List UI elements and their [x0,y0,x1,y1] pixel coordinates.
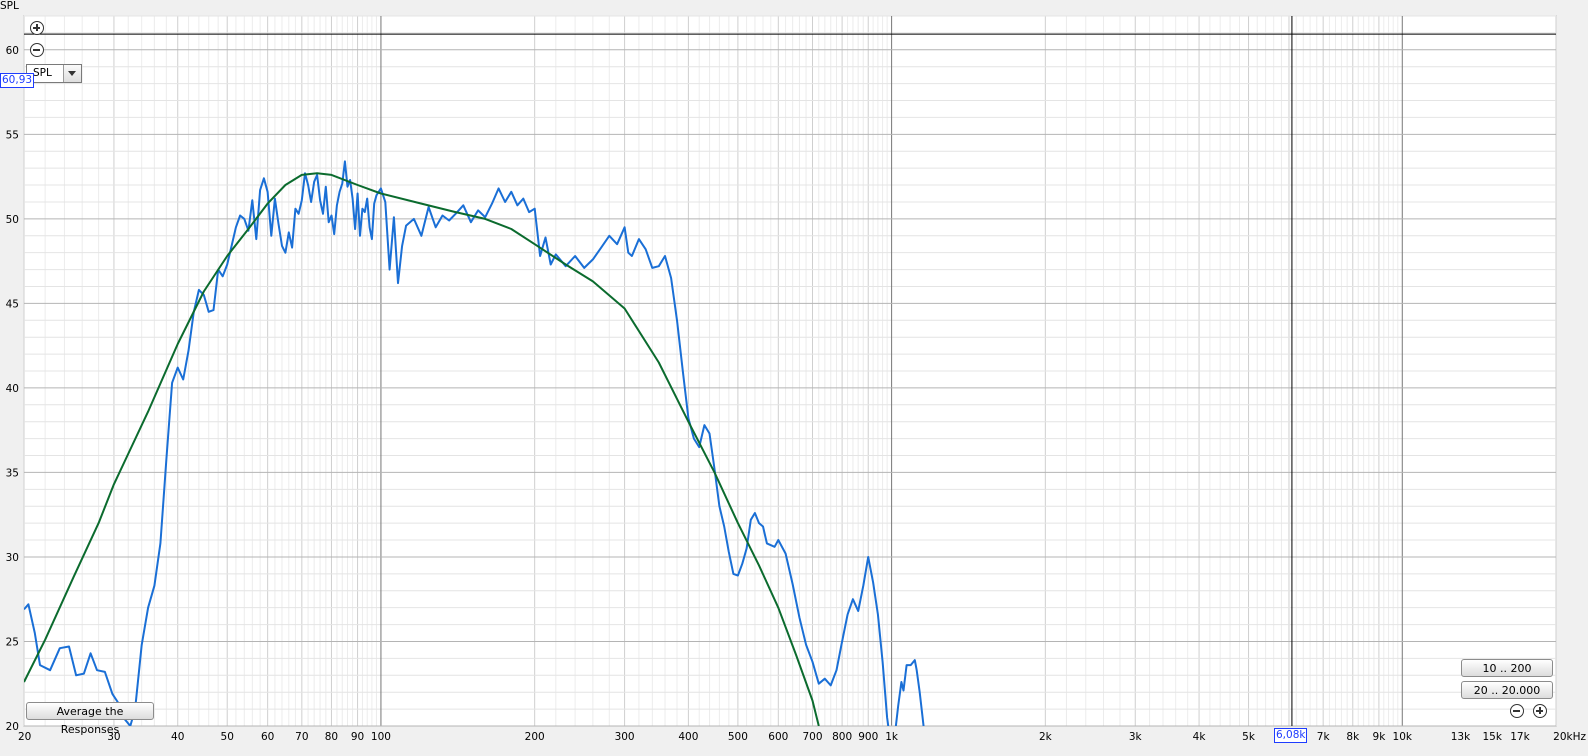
average-responses-button[interactable]: Average the Responses [26,702,154,736]
x-tick-label: 4k [1193,731,1207,743]
y-tick-label: 25 [6,636,19,648]
y-tick-label: 60 [6,45,19,57]
x-tick-label: 40 [171,731,184,743]
x-tick-label: 3k [1129,731,1143,743]
measurement-selector[interactable]: SPL [26,64,82,83]
x-tick-label: 80 [325,731,338,743]
x-tick-label: 7k [1317,731,1331,743]
chevron-down-icon[interactable] [63,65,81,82]
y-tick-label: 55 [6,129,19,141]
x-tick-label: 20 [18,731,31,743]
y-axis-title: SPL [0,0,19,12]
x-tick-label: 70 [295,731,308,743]
zoom-in-icon[interactable] [1533,704,1547,718]
range-20-20000-button[interactable]: 20 .. 20.000 [1461,681,1553,699]
x-tick-label: 5k [1242,731,1256,743]
x-tick-label: 100 [371,731,391,743]
frequency-response-chart[interactable]: 20 30 40 50 60 70 80 90 100 200 300 400 500 600 700 800… [0,0,1588,756]
cursor-y-readout: 60,93 [0,73,35,88]
x-tick-label: 400 [678,731,698,743]
y-tick-label: 45 [6,298,19,310]
x-tick-label: 2k [1039,731,1053,743]
x-tick-label: 9k [1373,731,1387,743]
x-axis-ticks: 2030405060708090100200300400500600700800… [18,731,1586,743]
y-tick-label: 35 [6,467,19,479]
x-tick-label: 10k [1393,731,1413,743]
x-tick-label: 200 [525,731,545,743]
x-tick-label: 600 [768,731,788,743]
x-tick-label: 800 [832,731,852,743]
y-tick-label: 40 [6,383,19,395]
zoom-in-icon[interactable] [30,21,44,35]
x-tick-label: 300 [615,731,635,743]
y-axis-ticks: 25 30 35 40 45 50 55 60 20 [6,45,19,733]
x-tick-label: 13k [1451,731,1471,743]
zoom-out-icon[interactable] [30,43,44,57]
zoom-out-icon[interactable] [1510,704,1524,718]
x-tick-label: 20kHz [1553,731,1586,743]
x-tick-label: 17k [1510,731,1530,743]
x-tick-label: 90 [351,731,364,743]
y-tick-label: 20 [6,721,19,733]
cursor-x-readout: 6,08k [1274,728,1308,743]
range-10-200-button[interactable]: 10 .. 200 [1461,659,1553,677]
x-tick-label: 500 [728,731,748,743]
x-tick-label: 700 [802,731,822,743]
x-tick-label: 15k [1482,731,1502,743]
y-tick-label: 30 [6,552,19,564]
x-tick-label: 60 [261,731,274,743]
x-tick-label: 50 [221,731,234,743]
y-tick-label: 50 [6,214,19,226]
x-tick-label: 900 [858,731,878,743]
measurement-selector-value: SPL [33,67,52,79]
x-tick-label: 1k [885,731,899,743]
x-tick-label: 8k [1346,731,1360,743]
